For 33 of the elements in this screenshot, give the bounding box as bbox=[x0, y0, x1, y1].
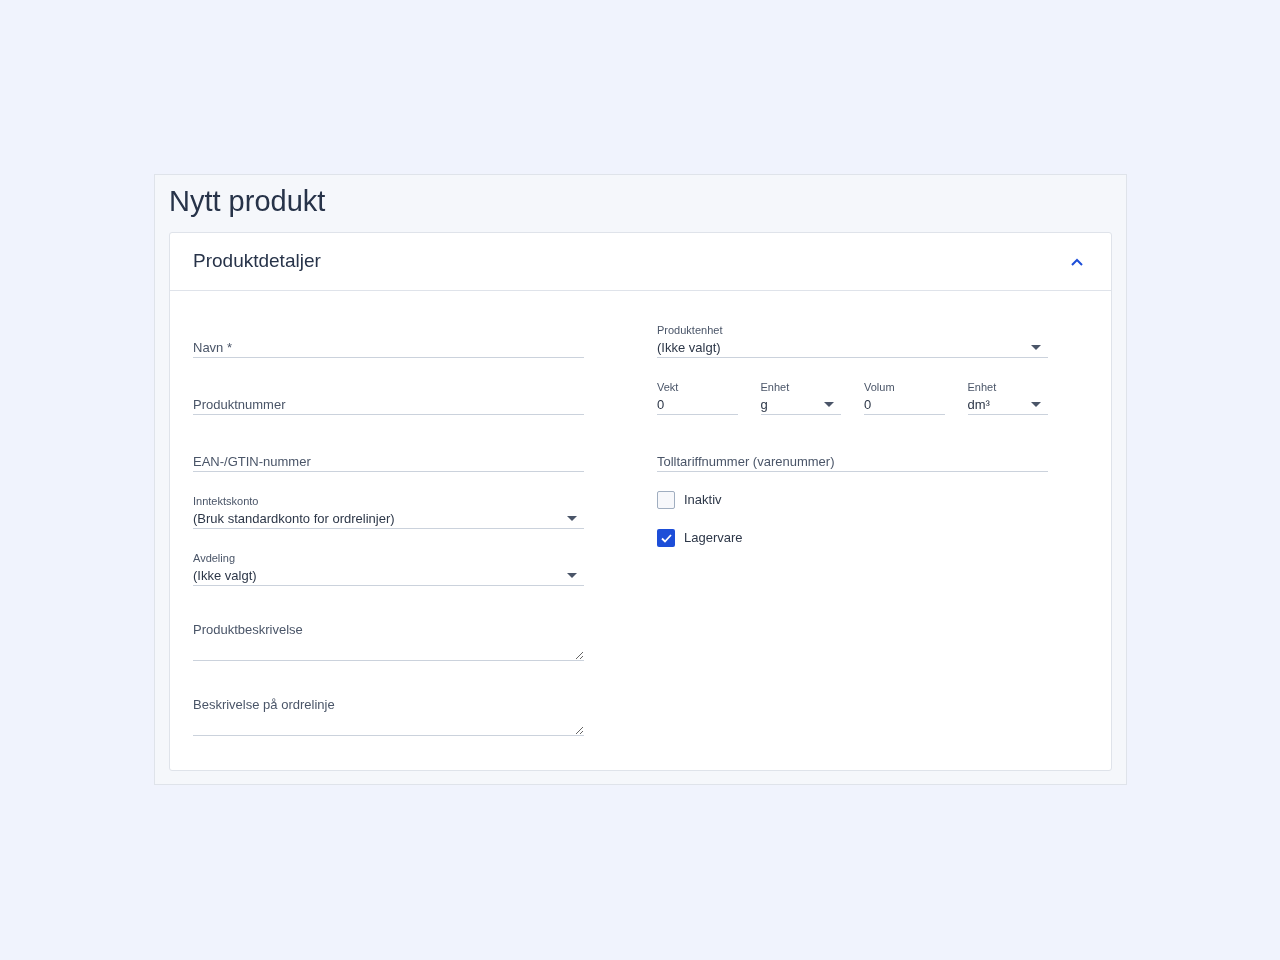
checkbox-label: Lagervare bbox=[684, 529, 743, 548]
section-title: Produktdetaljer bbox=[193, 249, 321, 274]
number-field[interactable]: 0 bbox=[657, 395, 738, 415]
checkbox[interactable] bbox=[657, 529, 675, 547]
field-label: Inntektskonto bbox=[193, 494, 260, 508]
dropdown-caret-icon bbox=[567, 516, 577, 521]
dropdown-field[interactable]: (Ikke valgt) bbox=[657, 338, 1048, 358]
dropdown-caret-icon bbox=[824, 402, 834, 407]
page-title: Nytt produkt bbox=[169, 184, 327, 219]
field-label: Avdeling bbox=[193, 551, 236, 565]
dropdown-caret-icon bbox=[1031, 345, 1041, 350]
field-label: Enhet bbox=[760, 380, 791, 394]
number-field[interactable]: 0 bbox=[864, 395, 945, 415]
dropdown-field[interactable]: (Bruk standardkonto for ordrelinjer) bbox=[193, 509, 584, 529]
chevron-up-icon bbox=[1071, 257, 1083, 266]
checkbox[interactable] bbox=[657, 491, 675, 509]
field-label: Volum bbox=[864, 380, 896, 394]
text-area[interactable]: Produktbeskrivelse bbox=[193, 622, 584, 661]
dropdown-caret-icon bbox=[567, 573, 577, 578]
checkbox-label: Inaktiv bbox=[684, 491, 722, 510]
text-field[interactable]: EAN-/GTIN-nummer bbox=[193, 452, 584, 472]
dropdown-field[interactable]: g bbox=[760, 395, 841, 415]
dropdown-field[interactable]: dm³ bbox=[967, 395, 1048, 415]
dropdown-caret-icon bbox=[1031, 402, 1041, 407]
text-field[interactable]: Tolltariffnummer (varenummer) bbox=[657, 452, 1048, 472]
field-label: Enhet bbox=[967, 380, 998, 394]
checkmark-icon bbox=[660, 533, 672, 543]
field-label: Produktenhet bbox=[657, 323, 724, 337]
dropdown-field[interactable]: (Ikke valgt) bbox=[193, 566, 584, 586]
text-field[interactable]: Produktnummer bbox=[193, 395, 584, 415]
field-label: Vekt bbox=[657, 380, 680, 394]
text-field[interactable]: Navn * bbox=[193, 338, 584, 358]
text-area[interactable]: Beskrivelse på ordrelinje bbox=[193, 697, 584, 736]
